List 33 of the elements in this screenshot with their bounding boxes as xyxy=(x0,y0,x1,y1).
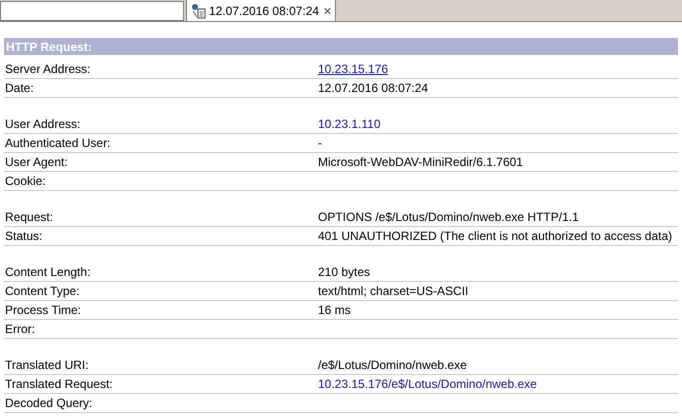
field-label: Translated Request: xyxy=(4,376,114,393)
close-icon[interactable] xyxy=(324,6,331,16)
field-label: User Address: xyxy=(4,116,82,133)
field-value: 12.07.2016 08:07:24 xyxy=(318,80,428,97)
field-value: Microsoft-WebDAV-MiniRedir/6.1.7601 xyxy=(318,154,523,171)
field-label: Decoded Query: xyxy=(4,395,94,412)
field-value: OPTIONS /e$/Lotus/Domino/nweb.exe HTTP/1.1 xyxy=(318,209,579,226)
field-label: Cookie: xyxy=(4,173,47,190)
field-label: Date: xyxy=(4,80,35,97)
link[interactable]: 10.23.1.110 xyxy=(318,115,381,133)
field-value: /e$/Lotus/Domino/nweb.exe xyxy=(318,357,467,374)
field-value: 210 bytes xyxy=(318,264,370,281)
field-label: Request: xyxy=(4,209,54,226)
field-label: Content Type: xyxy=(4,283,80,300)
field-value: 401 UNAUTHORIZED (The client is not authorized to access data) xyxy=(318,228,672,245)
field-value: text/html; charset=US-ASCII xyxy=(318,283,468,300)
field-label: Server Address: xyxy=(4,61,92,78)
field-label: Error: xyxy=(4,321,36,338)
document-icon xyxy=(191,2,207,18)
link[interactable]: 10.23.15.176/e$/Lotus/Domino/nweb.exe xyxy=(318,375,537,393)
section-header: HTTP Request: xyxy=(4,38,678,55)
field-value: 16 ms xyxy=(318,302,351,319)
field-label: Translated URI: xyxy=(4,357,90,374)
field-label: Status: xyxy=(4,228,44,245)
tab-label: 12.07.2016 08:07:24 xyxy=(209,2,320,20)
field-label: Process Time: xyxy=(4,302,82,319)
field-value: - xyxy=(318,135,322,152)
tab[interactable] xyxy=(0,1,184,21)
tab[interactable]: 12.07.2016 08:07:24 xyxy=(186,0,336,21)
link[interactable]: 10.23.15.176 xyxy=(318,60,388,78)
field-label: User Agent: xyxy=(4,154,69,171)
field-label: Content Length: xyxy=(4,264,92,281)
field-label: Authenticated User: xyxy=(4,135,112,152)
